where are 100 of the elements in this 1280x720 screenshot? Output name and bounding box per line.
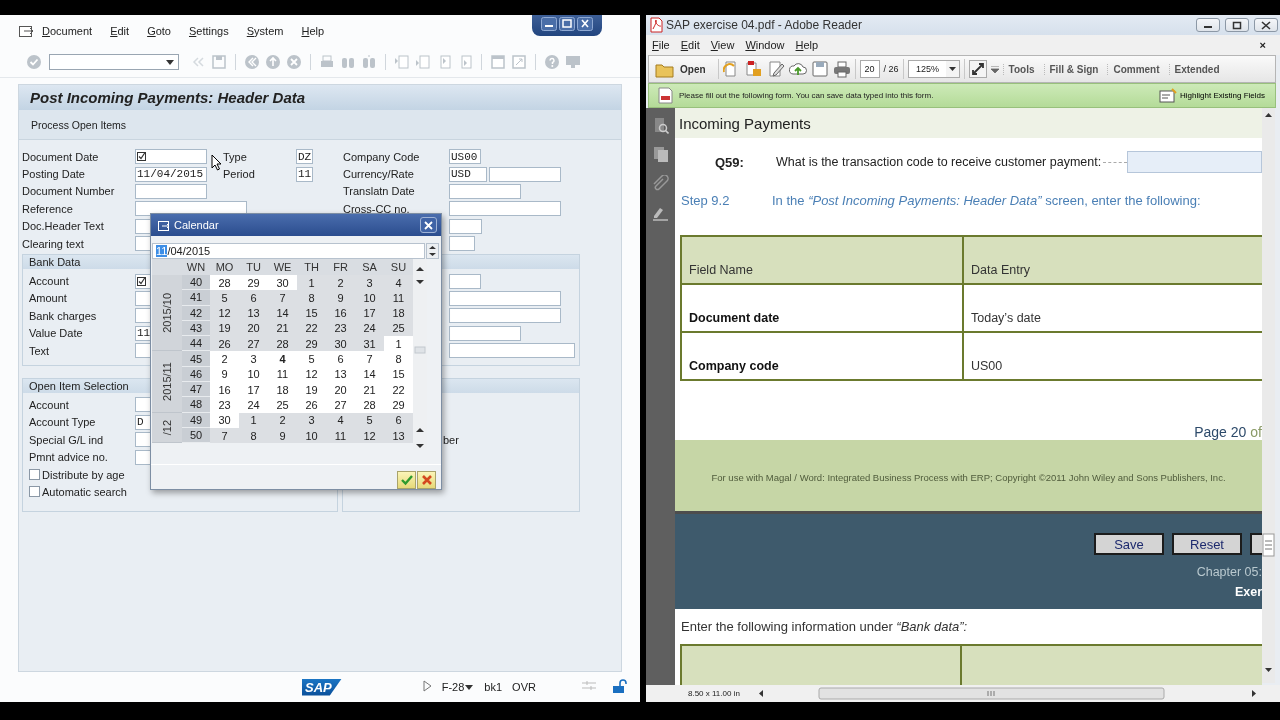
window-menu-icon[interactable] bbox=[18, 23, 34, 39]
calendar-day[interactable]: 21 bbox=[355, 382, 384, 398]
maximize-button[interactable] bbox=[1225, 18, 1249, 32]
calendar-day[interactable]: 31 bbox=[355, 336, 384, 352]
week-number[interactable]: 48 bbox=[182, 397, 210, 413]
calendar-day[interactable]: 7 bbox=[268, 290, 297, 306]
menu-item[interactable]: Help bbox=[301, 25, 325, 37]
menu-item[interactable]: View bbox=[710, 39, 735, 51]
panel-tab[interactable]: Comment bbox=[1107, 63, 1165, 75]
input-field[interactable] bbox=[449, 308, 561, 324]
new-window-icon[interactable] bbox=[490, 54, 506, 70]
week-number[interactable]: 41 bbox=[182, 290, 210, 306]
help-icon[interactable] bbox=[544, 54, 560, 70]
play-icon[interactable] bbox=[421, 679, 432, 693]
calendar-day[interactable]: 5 bbox=[210, 290, 239, 306]
calendar-day[interactable]: 26 bbox=[297, 397, 326, 413]
menu-item[interactable]: Goto bbox=[147, 25, 171, 37]
week-number[interactable]: 44 bbox=[182, 336, 210, 352]
calendar-day[interactable]: 7 bbox=[355, 351, 384, 367]
calendar-day[interactable]: 28 bbox=[268, 336, 297, 352]
form-button[interactable]: Reset bbox=[1172, 533, 1242, 555]
print-icon[interactable] bbox=[832, 60, 851, 78]
spinner-icon[interactable] bbox=[426, 243, 439, 259]
menu-item[interactable]: Document bbox=[42, 25, 93, 37]
zoom-field[interactable]: 125% bbox=[907, 60, 948, 78]
minimize-button[interactable] bbox=[1196, 18, 1220, 32]
maximize-icon[interactable] bbox=[559, 17, 575, 31]
combine-icon[interactable] bbox=[744, 60, 763, 78]
calendar-day[interactable]: 11 bbox=[384, 290, 413, 306]
input-field[interactable] bbox=[449, 236, 475, 252]
form-button[interactable]: Save bbox=[1094, 533, 1164, 555]
input-field[interactable] bbox=[449, 218, 482, 234]
menu-item[interactable]: Edit bbox=[680, 39, 700, 51]
dropdown-icon[interactable] bbox=[165, 58, 175, 66]
page-field[interactable]: 20 bbox=[859, 60, 880, 78]
calendar-day[interactable]: 20 bbox=[326, 382, 355, 398]
dropdown-icon[interactable] bbox=[464, 683, 475, 691]
panel-tab[interactable]: Extended bbox=[1168, 63, 1225, 75]
open-button[interactable]: Open bbox=[655, 60, 714, 78]
calendar-day[interactable]: 2 bbox=[210, 351, 239, 367]
calendar-day[interactable]: 6 bbox=[326, 351, 355, 367]
scrollbar[interactable] bbox=[1262, 108, 1275, 683]
calendar-day[interactable]: 25 bbox=[268, 397, 297, 413]
input-field[interactable]: US00 bbox=[449, 149, 481, 165]
menu-item[interactable]: Window bbox=[745, 39, 785, 51]
calendar-day[interactable]: 28 bbox=[355, 397, 384, 413]
calendar-day[interactable]: 23 bbox=[210, 397, 239, 413]
checkbox[interactable]: Automatic search bbox=[29, 485, 127, 498]
monitor-icon[interactable] bbox=[565, 54, 581, 70]
dropdown-icon[interactable] bbox=[948, 67, 956, 71]
input-field[interactable] bbox=[135, 183, 207, 199]
menu-item[interactable]: File bbox=[652, 39, 670, 51]
calendar-day[interactable]: 5 bbox=[297, 351, 326, 367]
calendar-day[interactable]: 24 bbox=[239, 397, 268, 413]
menu-item[interactable]: Help bbox=[795, 39, 819, 51]
input-field[interactable] bbox=[489, 166, 561, 182]
calendar-day[interactable]: 8 bbox=[297, 290, 326, 306]
highlight-fields-button[interactable]: Highlight Existing Fields bbox=[1159, 87, 1275, 104]
input-field[interactable] bbox=[449, 325, 521, 341]
week-number[interactable]: 45 bbox=[182, 351, 210, 367]
input-field[interactable]: 11 bbox=[296, 166, 313, 182]
calendar-day[interactable]: 27 bbox=[239, 336, 268, 352]
input-field[interactable] bbox=[449, 183, 521, 199]
command-field[interactable] bbox=[49, 54, 179, 70]
calendar-day[interactable]: 19 bbox=[297, 382, 326, 398]
calendar-day[interactable]: 30 bbox=[326, 336, 355, 352]
input-field[interactable] bbox=[449, 273, 481, 289]
pages-icon[interactable] bbox=[652, 146, 669, 163]
close-button[interactable] bbox=[420, 217, 437, 233]
calendar-day[interactable]: 29 bbox=[297, 336, 326, 352]
calendar-day[interactable]: 6 bbox=[239, 290, 268, 306]
calendar-day[interactable]: 1 bbox=[384, 336, 413, 352]
menu-item[interactable]: Edit bbox=[110, 25, 130, 37]
calendar-day[interactable]: 26 bbox=[210, 336, 239, 352]
calendar-day[interactable]: 3 bbox=[239, 351, 268, 367]
upload-icon[interactable] bbox=[788, 60, 807, 78]
previous-page-icon[interactable] bbox=[415, 54, 431, 70]
shortcut-icon[interactable] bbox=[511, 54, 527, 70]
calendar-day[interactable]: 27 bbox=[326, 397, 355, 413]
calendar-day[interactable]: 17 bbox=[239, 382, 268, 398]
lock-icon[interactable] bbox=[610, 678, 627, 694]
save-icon[interactable] bbox=[810, 60, 829, 78]
fit-page-icon[interactable] bbox=[968, 60, 987, 78]
paperclip-icon[interactable] bbox=[652, 175, 669, 192]
back-icon[interactable] bbox=[244, 54, 260, 70]
checkbox[interactable]: Distribute by age bbox=[29, 468, 125, 481]
week-number[interactable]: 47 bbox=[182, 382, 210, 398]
answer-field[interactable] bbox=[1127, 151, 1262, 173]
toolbar-button[interactable]: Process Open Items bbox=[27, 116, 131, 133]
input-field[interactable] bbox=[135, 149, 207, 165]
save-icon[interactable] bbox=[211, 54, 227, 70]
calendar-day[interactable]: 8 bbox=[384, 351, 413, 367]
check-icon[interactable] bbox=[26, 54, 42, 70]
calendar-day[interactable]: 10 bbox=[355, 290, 384, 306]
calendar-day[interactable]: 18 bbox=[268, 382, 297, 398]
menu-item[interactable]: Settings bbox=[189, 25, 229, 37]
input-field[interactable]: USD bbox=[449, 166, 487, 182]
input-field[interactable]: 11/04/2015 bbox=[135, 166, 207, 182]
find-next-icon[interactable] bbox=[361, 54, 377, 70]
exit-icon[interactable] bbox=[265, 54, 281, 70]
